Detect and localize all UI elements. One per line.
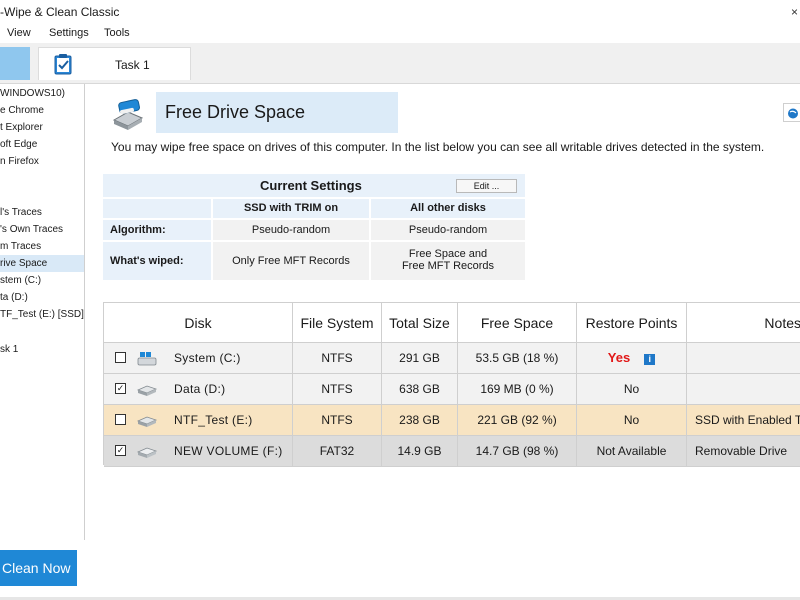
sidebar-item-data-d[interactable]: ta (D:) (0, 289, 84, 306)
disk-free-space: 221 GB (92 %) (458, 405, 577, 435)
disk-name: Data (D:) (174, 382, 226, 396)
disk-table: Disk File System Total Size Free Space R… (103, 302, 800, 467)
column-header-disk[interactable]: Disk (104, 303, 293, 343)
column-header-free-space[interactable]: Free Space (458, 303, 577, 343)
disk-free-space: 53.5 GB (18 %) (458, 343, 577, 373)
settings-wiped-other: Free Space and Free MFT Records (371, 242, 525, 280)
disk-restore-points: Yes i (577, 343, 687, 373)
disk-name: NTF_Test (E:) (174, 413, 253, 427)
settings-header-empty (103, 199, 211, 218)
close-icon[interactable]: × (791, 0, 798, 24)
settings-col-ssd: SSD with TRIM on (213, 199, 369, 218)
clipboard-check-icon (54, 54, 72, 75)
sidebar-item-chrome[interactable]: e Chrome (0, 102, 84, 119)
tab-task-1[interactable]: Task 1 (38, 47, 191, 80)
tab-strip: Task 1 (0, 43, 800, 84)
settings-wiped-other-line1: Free Space and (408, 248, 488, 260)
settings-row-algorithm: Algorithm: (103, 220, 211, 240)
restore-points-yes: Yes (607, 350, 631, 365)
sidebar-item-firefox[interactable]: n Firefox (0, 153, 84, 170)
disk-free-space: 14.7 GB (98 %) (458, 436, 577, 466)
sidebar-item-own-traces[interactable]: 's Own Traces (0, 221, 84, 238)
info-icon[interactable]: i (644, 354, 656, 365)
table-row[interactable]: System (C:) NTFS 291 GB 53.5 GB (18 %) Y… (104, 343, 800, 374)
window-title: -Wipe & Clean Classic (0, 5, 120, 19)
column-header-restore-points[interactable]: Restore Points (577, 303, 687, 343)
disk-restore-points: Not Available (577, 436, 687, 466)
clean-now-button[interactable]: Clean Now (0, 550, 77, 586)
disk-file-system: NTFS (293, 405, 382, 435)
settings-algorithm-ssd: Pseudo-random (213, 220, 369, 240)
settings-algorithm-other: Pseudo-random (371, 220, 525, 240)
windows-drive-icon (137, 352, 157, 366)
menu-settings[interactable]: Settings (49, 27, 89, 39)
disk-file-system: NTFS (293, 374, 382, 404)
settings-title-text: Current Settings (260, 178, 362, 193)
disk-restore-points: No (577, 405, 687, 435)
row-checkbox[interactable]: ✓ (115, 445, 126, 456)
menu-bar: View Settings Tools (0, 24, 800, 43)
sidebar-item-ntf-test-e[interactable]: TF_Test (E:) [SSD] (0, 306, 84, 323)
description-text: You may wipe free space on drives of thi… (111, 140, 765, 154)
column-header-file-system[interactable]: File System (293, 303, 382, 343)
sidebar-item-edge[interactable]: oft Edge (0, 136, 84, 153)
row-checkbox[interactable] (115, 352, 126, 363)
disk-notes: SSD with Enabled T (695, 413, 800, 427)
settings-wiped-other-line2: Free MFT Records (401, 260, 495, 272)
disk-notes: Removable Drive (695, 444, 788, 458)
disk-notes (687, 343, 800, 373)
disk-total-size: 638 GB (382, 374, 458, 404)
settings-wiped-ssd: Only Free MFT Records (213, 242, 369, 280)
disk-name: NEW VOLUME (F:) (174, 444, 283, 458)
sidebar-item-free-drive-space[interactable]: rive Space (0, 255, 84, 272)
table-row[interactable]: ✓ NEW VOLUME (F:) FAT32 14.9 GB 14.7 GB … (104, 436, 800, 467)
disk-name: System (C:) (174, 351, 241, 365)
sidebar-item-task-1[interactable]: sk 1 (0, 341, 84, 358)
sidebar-item-system-traces[interactable]: m Traces (0, 238, 84, 255)
disk-file-system: NTFS (293, 343, 382, 373)
disk-notes (687, 374, 800, 404)
help-button[interactable] (783, 103, 800, 122)
settings-row-wiped: What's wiped: (103, 242, 211, 280)
page-title: Free Drive Space (165, 102, 306, 122)
table-row[interactable]: ✓ Data (D:) NTFS 638 GB 169 MB (0 %) No (104, 374, 800, 405)
table-row[interactable]: NTF_Test (E:) NTFS 238 GB 221 GB (92 %) … (104, 405, 800, 436)
tab-home[interactable] (0, 47, 30, 80)
column-header-total-size[interactable]: Total Size (382, 303, 458, 343)
disk-restore-points: No (577, 374, 687, 404)
disk-total-size: 238 GB (382, 405, 458, 435)
settings-col-other: All other disks (371, 199, 525, 218)
sidebar-tree: WINDOWS10) e Chrome t Explorer oft Edge … (0, 84, 85, 540)
tab-label: Task 1 (115, 58, 150, 72)
sidebar-item-system-c[interactable]: stem (C:) (0, 272, 84, 289)
menu-view[interactable]: View (7, 27, 31, 39)
title-bar: -Wipe & Clean Classic × (0, 0, 800, 24)
disk-file-system: FAT32 (293, 436, 382, 466)
edit-settings-button[interactable]: Edit ... (456, 179, 517, 193)
hard-drive-icon (136, 416, 158, 427)
current-settings-panel: Current Settings Edit ... SSD with TRIM … (103, 174, 525, 280)
row-checkbox[interactable] (115, 414, 126, 425)
sidebar-item-user-traces[interactable]: l's Traces (0, 204, 84, 221)
removable-drive-icon (136, 447, 158, 458)
sidebar-item-computer[interactable]: WINDOWS10) (0, 85, 84, 102)
eraser-drive-icon (112, 99, 144, 130)
row-checkbox[interactable]: ✓ (115, 383, 126, 394)
hard-drive-icon (136, 385, 158, 396)
disk-free-space: 169 MB (0 %) (458, 374, 577, 404)
disk-total-size: 14.9 GB (382, 436, 458, 466)
column-header-notes[interactable]: Notes (687, 303, 800, 343)
sidebar-item-explorer[interactable]: t Explorer (0, 119, 84, 136)
menu-tools[interactable]: Tools (104, 27, 130, 39)
disk-total-size: 291 GB (382, 343, 458, 373)
globe-icon (788, 108, 798, 119)
